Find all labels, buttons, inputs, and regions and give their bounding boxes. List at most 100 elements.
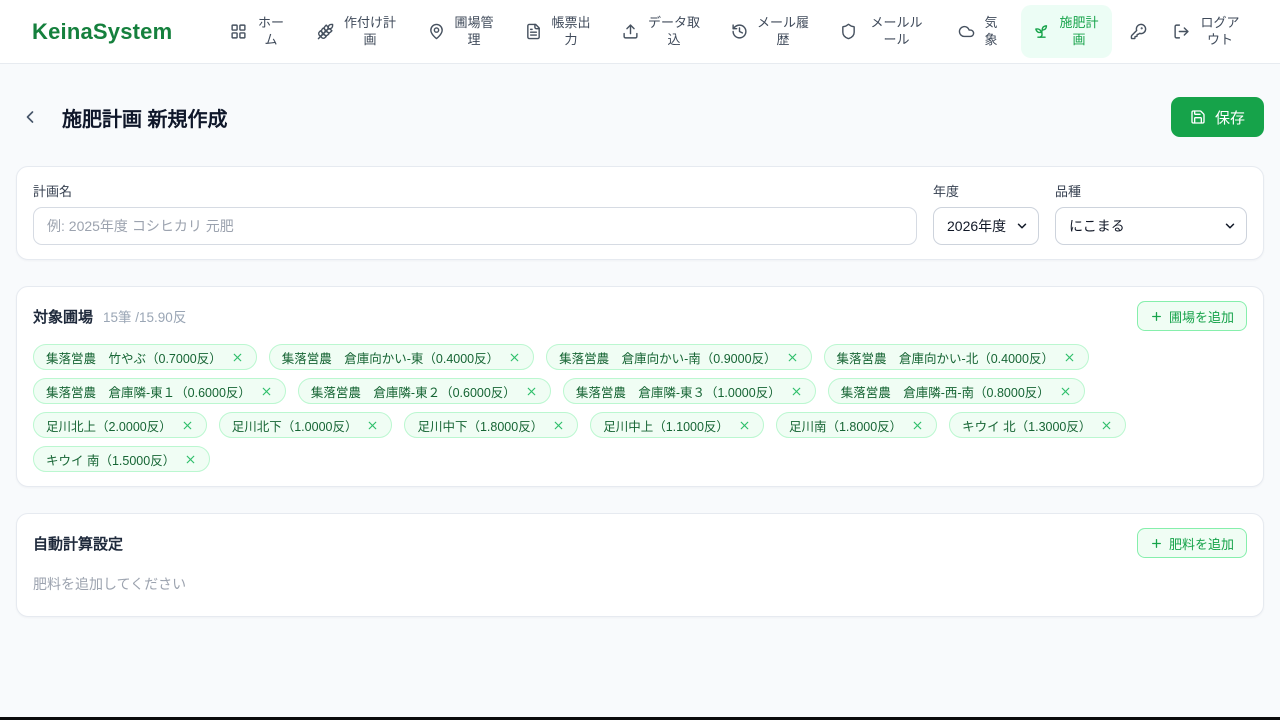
field-chip: 足川中上（1.1000反） (590, 412, 764, 438)
target-fields-title: 対象圃場 (33, 308, 94, 326)
remove-field-icon[interactable] (260, 385, 273, 398)
remove-field-icon[interactable] (1100, 419, 1113, 432)
add-fertilizer-button-label: 肥料を追加 (1168, 536, 1234, 552)
remove-field-icon[interactable] (911, 419, 924, 432)
shield-icon (840, 23, 857, 40)
chevron-left-icon (20, 107, 40, 127)
nav-label: メール履歴 (756, 14, 809, 47)
target-fields-card: 対象圃場 15筆 /15.90反 圃場を追加 集落営農 竹やぶ（0.7000反）… (16, 286, 1264, 487)
field-chip: 足川北上（2.0000反） (33, 412, 207, 438)
page-header: 施肥計画 新規作成 保存 (16, 97, 1264, 137)
nav-item-home[interactable]: ホーム (222, 8, 295, 56)
field-chip: 足川中下（1.8000反） (404, 412, 579, 438)
field-chip-label: 足川中下（1.8000反） (417, 419, 544, 434)
field-chip-label: 集落営農 倉庫向かい-東（0.4000反） (281, 351, 500, 366)
field-chip: 集落営農 倉庫隣-東１（0.6000反） (33, 378, 286, 404)
field-chip-label: キウイ 北（1.3000反） (962, 419, 1092, 434)
nav-label: 作付け計画 (343, 14, 396, 47)
nav-item-mail-rules[interactable]: メールルール (832, 8, 936, 56)
field-chip: 集落営農 倉庫隣-西-南（0.8000反） (827, 378, 1085, 404)
remove-field-icon[interactable] (181, 419, 194, 432)
remove-field-icon[interactable] (366, 419, 379, 432)
wheat-icon (317, 23, 334, 40)
sprout-icon (1033, 23, 1050, 40)
plan-name-input[interactable] (33, 207, 917, 245)
remove-field-icon[interactable] (231, 351, 244, 364)
field-chip-label: 集落営農 倉庫隣-東２（0.6000反） (310, 385, 516, 400)
field-chip-label: 集落営農 倉庫隣-西-南（0.8000反） (840, 385, 1050, 400)
history-icon (731, 23, 748, 40)
field-chip-label: 集落営農 倉庫向かい-南（0.9000反） (559, 351, 777, 366)
field-chip-label: 足川中上（1.1000反） (603, 419, 729, 434)
add-field-button[interactable]: 圃場を追加 (1136, 301, 1247, 331)
remove-field-icon[interactable] (790, 385, 803, 398)
nav-item-weather[interactable]: 気象 (950, 8, 1007, 56)
field-chip: 集落営農 倉庫向かい-東（0.4000反） (268, 344, 535, 370)
back-button[interactable] (16, 103, 44, 131)
field-chip: 集落営農 倉庫隣-東３（1.0000反） (562, 378, 816, 404)
nav-item-mail-history[interactable]: メール履歴 (723, 8, 818, 56)
field-chip-label: 集落営農 竹やぶ（0.7000反） (46, 351, 222, 366)
field-chip-label: 足川北下（1.0000反） (231, 419, 358, 434)
field-chip: 集落営農 倉庫隣-東２（0.6000反） (297, 378, 551, 404)
save-icon (1190, 109, 1206, 125)
brand-logo: KeinaSystem (32, 18, 173, 44)
save-button[interactable]: 保存 (1170, 97, 1264, 137)
fertilizer-empty-message: 肥料を追加してください (33, 576, 187, 592)
field-chip: 足川南（1.8000反） (775, 412, 938, 438)
remove-field-icon[interactable] (1059, 385, 1072, 398)
nav-label: 気象 (984, 14, 998, 47)
file-text-icon (525, 23, 542, 40)
variety-label: 品種 (1055, 184, 1082, 199)
remove-field-icon[interactable] (184, 453, 197, 466)
year-select[interactable]: 2026年度 (933, 207, 1039, 245)
field-chip-label: 集落営農 倉庫隣-東３（1.0000反） (575, 385, 781, 400)
remove-field-icon[interactable] (508, 351, 521, 364)
field-chip-list: 集落営農 竹やぶ（0.7000反） 集落営農 倉庫向かい-東（0.4000反） … (33, 344, 1247, 472)
add-field-button-label: 圃場を追加 (1168, 309, 1234, 325)
nav-label: ログアウト (1200, 14, 1240, 47)
target-fields-summary: 15筆 /15.90反 (103, 310, 187, 325)
nav-item-data-import[interactable]: データ取込 (614, 8, 709, 56)
variety-select[interactable]: にこまる (1055, 207, 1247, 245)
nav-item-field-management[interactable]: 圃場管理 (420, 8, 503, 56)
field-chip: キウイ 南（1.5000反） (33, 446, 211, 472)
nav-label: メールルール (870, 14, 923, 47)
remove-field-icon[interactable] (525, 385, 538, 398)
auto-calc-card: 自動計算設定 肥料を追加 肥料を追加してください (16, 513, 1264, 617)
plan-form-card: 計画名 年度 2026年度 品種 にこまる (16, 166, 1264, 260)
logout-icon (1173, 23, 1190, 40)
cloud-icon (958, 23, 975, 40)
nav-label: 施肥計画 (1059, 14, 1099, 47)
nav-item-fertilization-plan[interactable]: 施肥計画 (1021, 4, 1112, 59)
field-chip: 集落営農 倉庫向かい-南（0.9000反） (546, 344, 812, 370)
nav-item-report-output[interactable]: 帳票出力 (517, 8, 600, 56)
remove-field-icon[interactable] (786, 351, 799, 364)
nav-item-api-key[interactable] (1126, 15, 1151, 48)
plus-icon (1150, 310, 1163, 323)
page-title: 施肥計画 新規作成 (62, 108, 228, 131)
field-chip: 集落営農 竹やぶ（0.7000反） (33, 344, 257, 370)
add-fertilizer-button[interactable]: 肥料を追加 (1136, 528, 1247, 558)
main-nav: ホーム 作付け計画 圃場管理 帳票出力 データ取込 メール履歴 メールルール 気… (222, 4, 1250, 59)
auto-calc-title: 自動計算設定 (33, 535, 124, 553)
key-icon (1130, 23, 1147, 40)
remove-field-icon[interactable] (738, 419, 751, 432)
field-chip: 足川北下（1.0000反） (218, 412, 393, 438)
nav-label: 帳票出力 (551, 14, 591, 47)
top-navbar: KeinaSystem ホーム 作付け計画 圃場管理 帳票出力 データ取込 メー… (0, 0, 1280, 64)
field-chip-label: 集落営農 倉庫隣-東１（0.6000反） (46, 385, 251, 400)
remove-field-icon[interactable] (1063, 351, 1076, 364)
field-chip-label: 集落営農 倉庫向かい-北（0.4000反） (836, 351, 1054, 366)
upload-icon (622, 23, 639, 40)
nav-label: 圃場管理 (454, 14, 494, 47)
remove-field-icon[interactable] (552, 419, 565, 432)
nav-item-logout[interactable]: ログアウト (1165, 8, 1250, 56)
nav-item-planting-plan[interactable]: 作付け計画 (309, 8, 406, 56)
save-button-label: 保存 (1214, 109, 1245, 127)
grid-icon (230, 23, 247, 40)
field-chip-label: 足川南（1.8000反） (788, 419, 903, 434)
field-chip: キウイ 北（1.3000反） (949, 412, 1127, 438)
year-label: 年度 (933, 184, 960, 199)
nav-label: データ取込 (647, 14, 700, 47)
